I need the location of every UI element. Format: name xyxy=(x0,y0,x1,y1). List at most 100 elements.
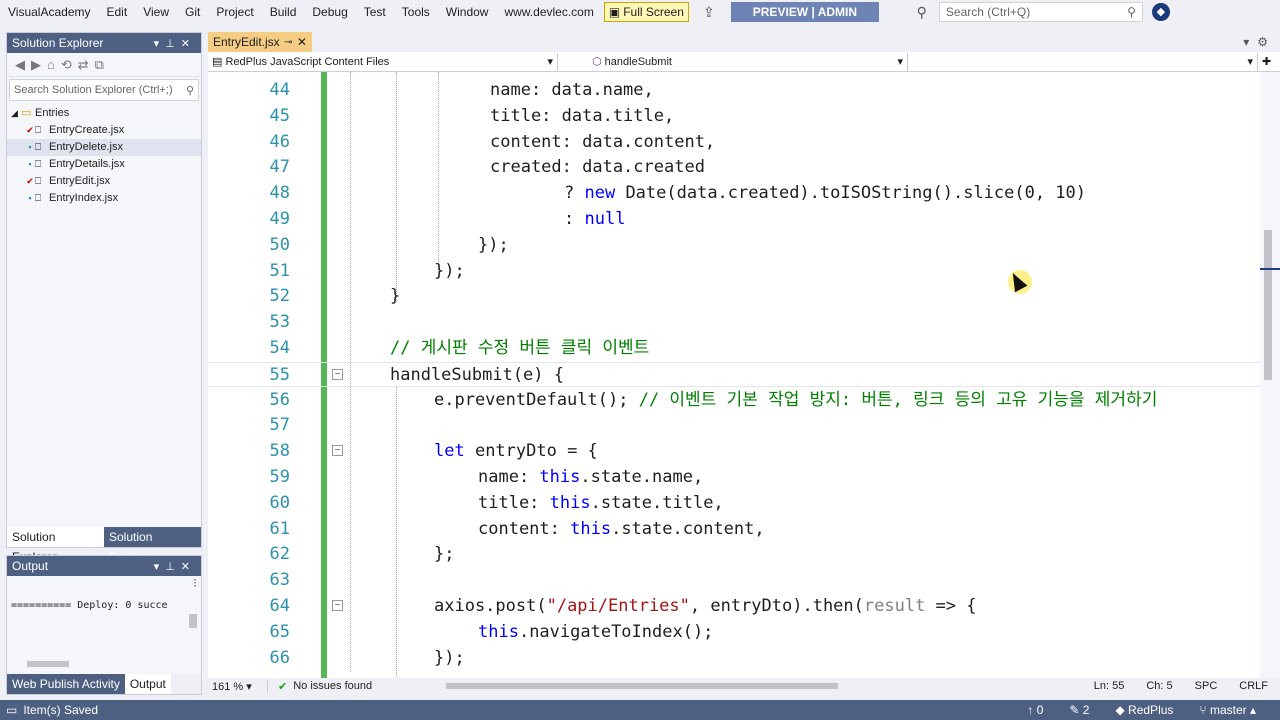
code-line[interactable]: 55 − handleSubmit(e) { xyxy=(208,361,1260,387)
jsx-file-icon: ⎕ xyxy=(35,159,41,170)
code-text: handleSubmit(e) { xyxy=(390,364,564,385)
folder-icon: ▭ xyxy=(21,107,32,119)
code-line[interactable]: 62}; xyxy=(208,542,1260,567)
code-editor[interactable]: 44 name: data.name, 45 title: data.title, 46… xyxy=(208,72,1260,678)
code-line[interactable]: 45 title: data.title, xyxy=(208,104,1260,129)
code-line[interactable]: 57 xyxy=(208,413,1260,438)
code-line[interactable]: 63 xyxy=(208,568,1260,593)
menu-visualacademy[interactable]: VisualAcademy xyxy=(0,0,99,24)
preview-admin-badge[interactable]: PREVIEW | ADMIN xyxy=(730,2,879,22)
live-share-icon[interactable]: ⚲ xyxy=(879,4,939,21)
code-line[interactable]: 47 created: data.created xyxy=(208,155,1260,180)
pin-icon[interactable]: ⊸ xyxy=(284,37,292,48)
issues-indicator[interactable]: ✔ No issues found xyxy=(268,680,438,693)
branch-indicator[interactable]: ⑂ master ▴ xyxy=(1199,703,1256,717)
line-number: 63 xyxy=(269,570,290,591)
line-number: 47 xyxy=(269,157,290,178)
menu-edit[interactable]: Edit xyxy=(99,0,136,24)
editor-horizontal-scrollbar[interactable] xyxy=(438,681,1078,691)
menu-build[interactable]: Build xyxy=(262,0,305,24)
refresh-icon[interactable]: ⇄ xyxy=(78,57,89,73)
code-line[interactable]: 53 xyxy=(208,310,1260,335)
menu-window[interactable]: Window xyxy=(438,0,497,24)
file-entry-delete[interactable]: ▪ ⎕ EntryDelete.jsx xyxy=(7,139,201,156)
tab-web-publish-activity[interactable]: Web Publish Activity xyxy=(7,674,125,694)
sync-icon[interactable]: ⟲ xyxy=(61,57,72,73)
search-box[interactable]: Search (Ctrl+Q) ⚲ xyxy=(938,2,1143,22)
menu-debug[interactable]: Debug xyxy=(304,0,355,24)
code-line[interactable]: 54 // 게시판 수정 버튼 클릭 이벤트 xyxy=(208,336,1260,361)
tab-solution-explorer[interactable]: Solution Explorer xyxy=(7,527,104,564)
code-line[interactable]: 64 − axios.post("/api/Entries", entryDto).… xyxy=(208,594,1260,619)
code-line[interactable]: 56 e.preventDefault(); // 이벤트 기본 작업 방지: 버… xyxy=(208,388,1260,413)
code-line[interactable]: 49: null xyxy=(208,207,1260,232)
close-icon[interactable]: ✕ xyxy=(297,35,307,49)
code-line[interactable]: 65 this.navigateToIndex(); xyxy=(208,620,1260,645)
tab-entryedit[interactable]: EntryEdit.jsx ⊸ ✕ xyxy=(208,32,312,52)
whitespace-mode[interactable]: SPC xyxy=(1195,680,1218,692)
code-line[interactable]: 60 title: this.state.title, xyxy=(208,491,1260,516)
code-text: axios.post("/api/Entries", entryDto).the… xyxy=(434,596,977,616)
folder-entries[interactable]: ◢ ▭ Entries xyxy=(7,105,201,122)
menu-devlec-link[interactable]: www.devlec.com xyxy=(496,0,601,24)
expand-icon[interactable]: ◢ xyxy=(11,105,21,122)
vs-logo-icon[interactable]: ◆ xyxy=(1143,3,1179,21)
back-icon[interactable]: ◀ xyxy=(15,57,25,73)
menu-bar: VisualAcademy Edit View Git Project Buil… xyxy=(0,0,1280,24)
code-line[interactable]: 52} xyxy=(208,284,1260,309)
checkmark-icon: ✔ xyxy=(26,176,34,186)
forward-icon[interactable]: ▶ xyxy=(31,57,41,73)
code-line[interactable]: 48 ? new Date(data.created).toISOString()… xyxy=(208,181,1260,206)
output-vertical-scrollbar[interactable] xyxy=(189,596,197,656)
push-count[interactable]: ↑ 0 xyxy=(1027,703,1043,717)
tab-solution-explorer-2[interactable]: Solution Explorer xyxy=(104,527,201,564)
solution-explorer-panel: Solution Explorer ▾⊥✕ ◀ ▶ ⌂ ⟲ ⇄ ⧉ Search… xyxy=(6,32,202,564)
scroll-thumb[interactable] xyxy=(1264,230,1272,380)
collapse-icon[interactable]: ⧉ xyxy=(95,57,104,73)
solution-search-input[interactable]: Search Solution Explorer (Ctrl+;) ⚲ xyxy=(9,79,199,101)
code-line[interactable]: 66}); xyxy=(208,646,1260,671)
scope-dropdown[interactable]: ▾ xyxy=(908,52,1258,71)
menu-tools[interactable]: Tools xyxy=(394,0,438,24)
menu-git[interactable]: Git xyxy=(177,0,208,24)
code-line[interactable]: 51}); xyxy=(208,259,1260,284)
menu-view[interactable]: View xyxy=(135,0,177,24)
line-ending[interactable]: CRLF xyxy=(1239,680,1268,692)
fullscreen-button[interactable]: ▣ Full Screen xyxy=(603,2,689,22)
split-icon[interactable]: ✚ xyxy=(1258,55,1271,68)
file-entry-create[interactable]: ✔ ⎕ EntryCreate.jsx xyxy=(7,122,201,139)
panel-controls[interactable]: ▾⊥✕ xyxy=(154,37,196,50)
member-dropdown[interactable]: ⬡ handleSubmit ▾ xyxy=(558,52,908,71)
collapse-icon[interactable]: − xyxy=(332,600,343,611)
code-line[interactable]: 61 content: this.state.content, xyxy=(208,517,1260,542)
repo-icon: ◆ xyxy=(1115,703,1129,717)
collapse-icon[interactable]: − xyxy=(332,445,343,457)
code-line[interactable]: 58 − let entryDto = { xyxy=(208,439,1260,464)
code-line[interactable]: 59 name: this.state.name, xyxy=(208,465,1260,490)
menu-project[interactable]: Project xyxy=(208,0,261,24)
code-line[interactable]: 50}); xyxy=(208,233,1260,258)
pending-changes[interactable]: ✎ 2 xyxy=(1069,703,1089,717)
file-entry-index[interactable]: ▪ ⎕ EntryIndex.jsx xyxy=(7,190,201,207)
overflow-icon[interactable]: ⁝ xyxy=(193,576,197,596)
file-entry-details[interactable]: ▪ ⎕ EntryDetails.jsx xyxy=(7,156,201,173)
code-line[interactable]: 44 name: data.name, xyxy=(208,78,1260,103)
tab-overflow-icon[interactable]: ▾⚙ xyxy=(1243,32,1276,52)
file-entry-edit[interactable]: ✔ ⎕ EntryEdit.jsx xyxy=(7,173,201,190)
panel-controls[interactable]: ▾⊥✕ xyxy=(154,560,196,573)
project-dropdown[interactable]: ▤ RedPlus JavaScript Content Files ▾ xyxy=(208,52,558,71)
tab-output[interactable]: Output xyxy=(124,674,171,694)
collapse-icon[interactable]: − xyxy=(332,368,343,380)
lock-icon: ▪ xyxy=(28,159,32,169)
repo-indicator[interactable]: ◆ RedPlus xyxy=(1115,703,1173,717)
menu-test[interactable]: Test xyxy=(356,0,394,24)
output-horizontal-scrollbar[interactable] xyxy=(17,660,177,668)
zoom-dropdown[interactable]: 161 % ▾ xyxy=(208,679,268,693)
issues-label: No issues found xyxy=(293,680,373,692)
share-icon[interactable]: ⇪ xyxy=(689,4,729,21)
code-line[interactable]: 46 content: data.content, xyxy=(208,130,1260,155)
code-text: }); xyxy=(434,260,465,281)
home-icon[interactable]: ⌂ xyxy=(47,57,55,72)
editor-vertical-scrollbar[interactable] xyxy=(1260,72,1280,678)
chevron-down-icon: ▾ xyxy=(897,56,903,68)
